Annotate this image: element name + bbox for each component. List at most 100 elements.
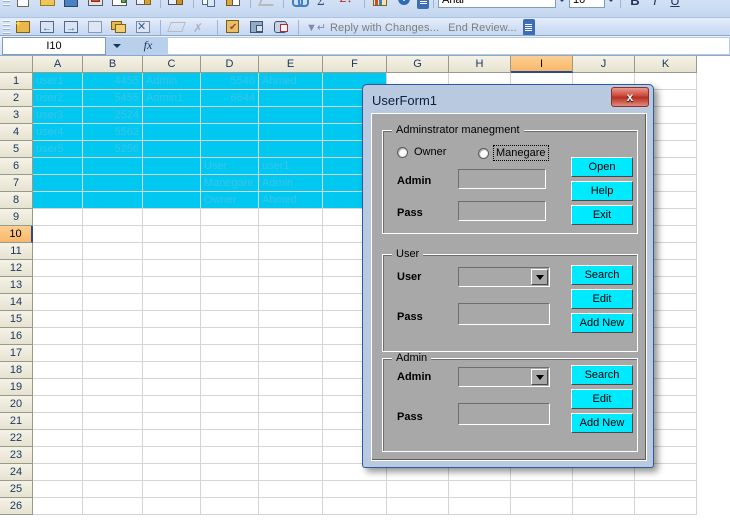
cell-D20[interactable] <box>201 396 259 413</box>
cell-E1[interactable]: Ahmed <box>259 73 323 90</box>
cell-C5[interactable] <box>143 141 201 158</box>
cell-C23[interactable] <box>143 447 201 464</box>
cell-D16[interactable] <box>201 328 259 345</box>
cell-C20[interactable] <box>143 396 201 413</box>
send-for-review-icon[interactable]: ✔ <box>223 19 245 35</box>
name-box-dropdown-icon[interactable] <box>106 36 128 55</box>
cell-E14[interactable] <box>259 294 323 311</box>
cell-D24[interactable] <box>201 464 259 481</box>
row-header-26[interactable]: 26 <box>0 498 33 515</box>
cell-A13[interactable] <box>33 277 83 294</box>
cell-C4[interactable] <box>143 124 201 141</box>
italic-button[interactable]: I <box>645 0 665 9</box>
row-header-11[interactable]: 11 <box>0 243 33 260</box>
font-name-dropdown-icon[interactable] <box>556 0 567 7</box>
cell-B10[interactable] <box>83 226 143 243</box>
cell-B26[interactable] <box>83 498 143 515</box>
cell-A2[interactable]: user2 <box>33 90 83 107</box>
cell-E18[interactable] <box>259 362 323 379</box>
cell-E24[interactable] <box>259 464 323 481</box>
cell-B21[interactable] <box>83 413 143 430</box>
cell-A17[interactable] <box>33 345 83 362</box>
user-search-button[interactable]: Search <box>571 265 633 285</box>
row-header-5[interactable]: 5 <box>0 141 33 158</box>
radio-manegare[interactable]: Manegare <box>478 145 549 161</box>
cell-A11[interactable] <box>33 243 83 260</box>
cell-B6[interactable] <box>83 158 143 175</box>
cell-C18[interactable] <box>143 362 201 379</box>
cell-C22[interactable] <box>143 430 201 447</box>
reply-with-changes-button[interactable]: Reply with Changes... <box>330 22 439 34</box>
cell-J26[interactable] <box>573 498 635 515</box>
cell-A8[interactable] <box>33 192 83 209</box>
cell-D25[interactable] <box>201 481 259 498</box>
cell-K25[interactable] <box>635 481 697 498</box>
cell-B22[interactable] <box>83 430 143 447</box>
cell-E7[interactable]: Admin <box>259 175 323 192</box>
cell-A15[interactable] <box>33 311 83 328</box>
cell-B4[interactable]: 5562 <box>83 124 143 141</box>
cell-C25[interactable] <box>143 481 201 498</box>
next-comment-icon[interactable]: → <box>61 19 83 35</box>
input-admin-pass2[interactable] <box>458 403 550 425</box>
cell-B14[interactable] <box>83 294 143 311</box>
cell-B19[interactable] <box>83 379 143 396</box>
column-header-K[interactable]: K <box>635 56 697 73</box>
cell-E19[interactable] <box>259 379 323 396</box>
cell-A1[interactable]: user1 <box>33 73 83 90</box>
hyperlink-icon[interactable] <box>289 0 311 9</box>
cell-D10[interactable] <box>201 226 259 243</box>
help-button[interactable]: Help <box>571 181 633 201</box>
attach-file-icon[interactable] <box>271 19 293 35</box>
cell-A18[interactable] <box>33 362 83 379</box>
cell-D26[interactable] <box>201 498 259 515</box>
cell-A24[interactable] <box>33 464 83 481</box>
row-header-8[interactable]: 8 <box>0 192 33 209</box>
cell-D4[interactable] <box>201 124 259 141</box>
cell-B17[interactable] <box>83 345 143 362</box>
cell-J25[interactable] <box>573 481 635 498</box>
admin-search-button[interactable]: Search <box>571 365 633 385</box>
cell-A19[interactable] <box>33 379 83 396</box>
cell-A7[interactable] <box>33 175 83 192</box>
cell-A14[interactable] <box>33 294 83 311</box>
row-header-7[interactable]: 7 <box>0 175 33 192</box>
row-header-4[interactable]: 4 <box>0 124 33 141</box>
spelling-icon[interactable] <box>133 0 155 9</box>
cell-C10[interactable] <box>143 226 201 243</box>
cell-B12[interactable] <box>83 260 143 277</box>
cell-D22[interactable] <box>201 430 259 447</box>
cell-B11[interactable] <box>83 243 143 260</box>
row-header-23[interactable]: 23 <box>0 447 33 464</box>
cell-C1[interactable]: Admin <box>143 73 201 90</box>
row-header-2[interactable]: 2 <box>0 90 33 107</box>
cell-C13[interactable] <box>143 277 201 294</box>
select-all-corner[interactable] <box>0 56 33 73</box>
ink-pen-icon[interactable] <box>166 19 188 35</box>
cell-E26[interactable] <box>259 498 323 515</box>
dialog-title-bar[interactable]: UserForm1 x <box>365 87 651 113</box>
cell-D12[interactable] <box>201 260 259 277</box>
cell-B16[interactable] <box>83 328 143 345</box>
cell-I26[interactable] <box>511 498 573 515</box>
cell-D7[interactable]: Manegare <box>201 175 259 192</box>
cell-D11[interactable] <box>201 243 259 260</box>
cell-B13[interactable] <box>83 277 143 294</box>
cell-A5[interactable]: user5 <box>33 141 83 158</box>
cell-C11[interactable] <box>143 243 201 260</box>
input-admin[interactable] <box>458 169 546 189</box>
row-header-25[interactable]: 25 <box>0 481 33 498</box>
cell-G25[interactable] <box>387 481 449 498</box>
font-size-dropdown-icon[interactable] <box>605 0 616 7</box>
chevron-down-icon[interactable] <box>531 269 548 285</box>
cell-C16[interactable] <box>143 328 201 345</box>
cell-C2[interactable]: Admin1 <box>143 90 201 107</box>
cell-E6[interactable]: user1 <box>259 158 323 175</box>
user-add-new-button[interactable]: Add New <box>571 313 633 333</box>
cell-A21[interactable] <box>33 413 83 430</box>
cell-A23[interactable] <box>33 447 83 464</box>
cell-C15[interactable] <box>143 311 201 328</box>
previous-comment-icon[interactable]: ← <box>37 19 59 35</box>
cell-H26[interactable] <box>449 498 511 515</box>
userform-dialog[interactable]: UserForm1 x Adminstrator manegment Owner… <box>362 84 654 468</box>
